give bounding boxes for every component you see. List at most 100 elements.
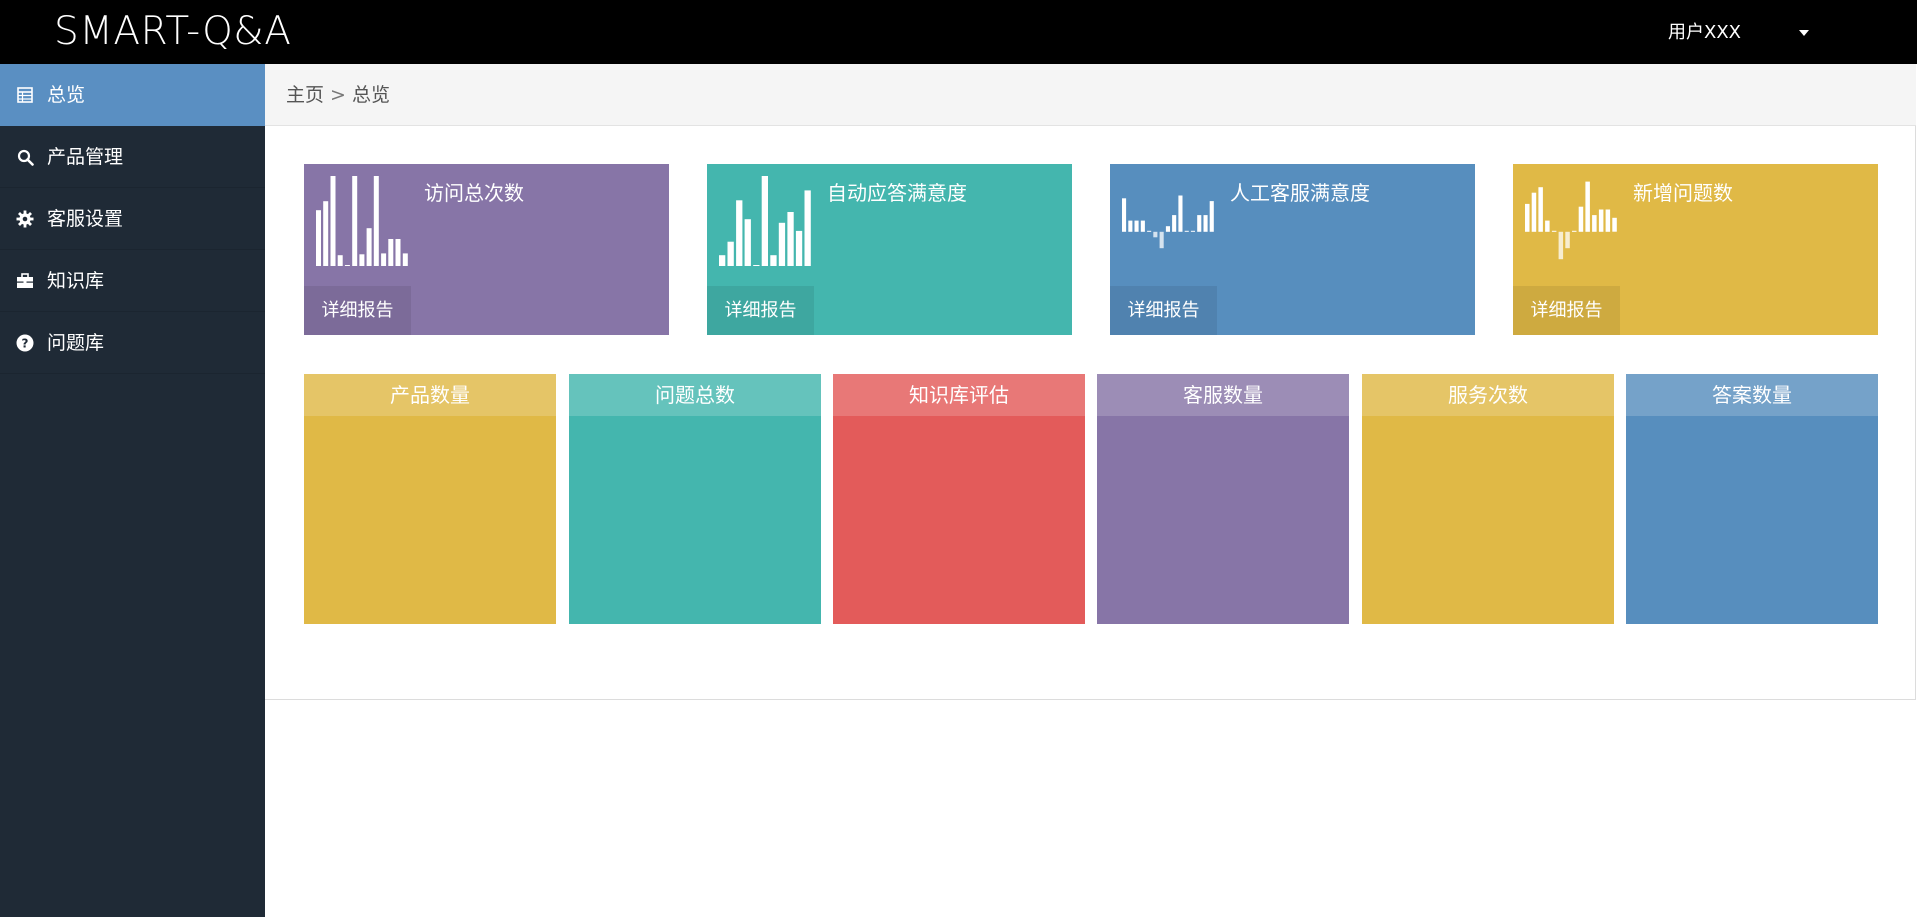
- sparkline-bar: [1203, 215, 1208, 232]
- tile-knowledge-evaluation[interactable]: 知识库评估: [833, 374, 1085, 624]
- sidebar-item-label: 客服设置: [47, 208, 124, 230]
- sparkline-bar: [1128, 220, 1133, 232]
- tile-header: 服务次数: [1362, 374, 1614, 416]
- sparkline-bar: [1209, 201, 1214, 232]
- tile-value: [569, 416, 821, 624]
- sidebar: 总览 产品管理 客服设置 知识库 ? 问题库: [0, 64, 265, 917]
- sidebar-item-label: 知识库: [47, 270, 105, 292]
- sparkline-bar: [1565, 231, 1570, 249]
- sparkline-chart: [1525, 181, 1617, 260]
- sparkline-bar: [778, 222, 786, 266]
- detail-report-link[interactable]: 详细报告: [1110, 286, 1217, 335]
- tile-value: [1097, 416, 1349, 624]
- tile-value: [1362, 416, 1614, 624]
- stat-card-new-questions: 新增问题数 详细报告: [1513, 164, 1878, 335]
- tile-agent-count[interactable]: 客服数量: [1097, 374, 1349, 624]
- search-icon: [16, 148, 34, 166]
- sidebar-item-question-base[interactable]: ? 问题库: [0, 312, 265, 374]
- sidebar-item-overview[interactable]: 总览: [0, 64, 265, 126]
- sidebar-item-knowledge-base[interactable]: 知识库: [0, 250, 265, 312]
- stat-card-title: 新增问题数: [1633, 181, 1733, 205]
- sparkline-bar: [1585, 181, 1590, 232]
- sparkline-bar: [1572, 230, 1577, 232]
- table-icon: [16, 86, 34, 104]
- sparkline-bar: [1134, 220, 1139, 232]
- sparkline-bar: [1531, 192, 1537, 232]
- sparkline-bar: [727, 241, 734, 266]
- briefcase-icon: [16, 272, 34, 290]
- sparkline-bar: [736, 200, 743, 266]
- sparkline-bar: [761, 176, 768, 266]
- svg-text:?: ?: [22, 337, 29, 351]
- tile-header: 问题总数: [569, 374, 821, 416]
- breadcrumb-separator: >: [330, 84, 346, 106]
- sparkline-chart: [1122, 195, 1214, 249]
- tile-answer-count[interactable]: 答案数量: [1626, 374, 1878, 624]
- sparkline-bar: [1545, 220, 1550, 232]
- top-navbar: SMART-Q&A 用户XXX: [0, 0, 1917, 64]
- sparkline-bar: [395, 239, 401, 266]
- sparkline-bar: [337, 255, 343, 266]
- chevron-down-icon[interactable]: [1799, 30, 1809, 36]
- sparkline-bar: [402, 253, 408, 266]
- sparkline-bar: [787, 212, 794, 266]
- detail-report-link[interactable]: 详细报告: [707, 286, 814, 335]
- sparkline-bar: [373, 176, 379, 266]
- sparkline-bar: [719, 255, 726, 266]
- sparkline-bar: [352, 176, 358, 266]
- tile-question-total[interactable]: 问题总数: [569, 374, 821, 624]
- tile-value: [1626, 416, 1878, 624]
- stat-card-title: 访问总次数: [424, 181, 524, 205]
- sparkline-bar: [1598, 209, 1604, 232]
- sidebar-item-label: 总览: [47, 84, 86, 106]
- sparkline-bar: [1178, 195, 1183, 232]
- tile-header: 产品数量: [304, 374, 556, 416]
- detail-report-link[interactable]: 详细报告: [304, 286, 411, 335]
- gear-icon: [16, 210, 34, 228]
- stat-card-auto-reply-satisfaction: 自动应答满意度 详细报告: [707, 164, 1072, 335]
- tile-value: [304, 416, 556, 624]
- sparkline-bar: [1551, 230, 1557, 232]
- app-brand[interactable]: SMART-Q&A: [54, 8, 291, 56]
- sparkline-bar: [388, 239, 394, 266]
- sparkline-bar: [1172, 215, 1177, 232]
- sparkline-bar: [344, 265, 350, 266]
- breadcrumb: 主页 > 总览: [265, 64, 1916, 126]
- sparkline-bar: [1592, 215, 1597, 232]
- sparkline-chart: [316, 176, 408, 266]
- sparkline-bar: [1159, 231, 1164, 249]
- breadcrumb-current: 总览: [351, 84, 390, 106]
- tile-product-count[interactable]: 产品数量: [304, 374, 556, 624]
- tile-value: [833, 416, 1085, 624]
- sparkline-bar: [804, 190, 811, 266]
- sparkline-bar: [753, 265, 760, 266]
- sparkline-bar: [1190, 230, 1195, 232]
- stat-card-title: 自动应答满意度: [827, 181, 967, 205]
- user-name[interactable]: 用户XXX: [1668, 20, 1741, 46]
- sparkline-bar: [381, 253, 387, 266]
- stat-card-title: 人工客服满意度: [1230, 181, 1370, 205]
- sparkline-bar: [1153, 231, 1158, 238]
- question-circle-icon: ?: [16, 334, 34, 352]
- sidebar-item-products[interactable]: 产品管理: [0, 126, 265, 188]
- sidebar-item-service-settings[interactable]: 客服设置: [0, 188, 265, 250]
- sparkline-bar: [359, 254, 365, 266]
- sidebar-item-label: 问题库: [47, 332, 105, 354]
- sparkline-bar: [744, 219, 751, 266]
- sparkline-bar: [1122, 198, 1127, 232]
- sparkline-bar: [795, 230, 803, 266]
- sparkline-bar: [1147, 230, 1152, 232]
- sparkline-bar: [1525, 203, 1530, 232]
- stat-card-visits: 访问总次数 详细报告: [304, 164, 669, 335]
- sparkline-bar: [1558, 231, 1564, 260]
- sparkline-bar: [316, 210, 321, 266]
- tile-header: 知识库评估: [833, 374, 1085, 416]
- tile-header: 客服数量: [1097, 374, 1349, 416]
- sparkline-bar: [1612, 217, 1617, 232]
- tile-service-count[interactable]: 服务次数: [1362, 374, 1614, 624]
- sparkline-bar: [1538, 187, 1543, 232]
- sparkline-bar: [1197, 215, 1202, 232]
- user-menu[interactable]: 用户XXX: [1668, 20, 1818, 46]
- breadcrumb-home[interactable]: 主页: [286, 84, 324, 106]
- detail-report-link[interactable]: 详细报告: [1513, 286, 1620, 335]
